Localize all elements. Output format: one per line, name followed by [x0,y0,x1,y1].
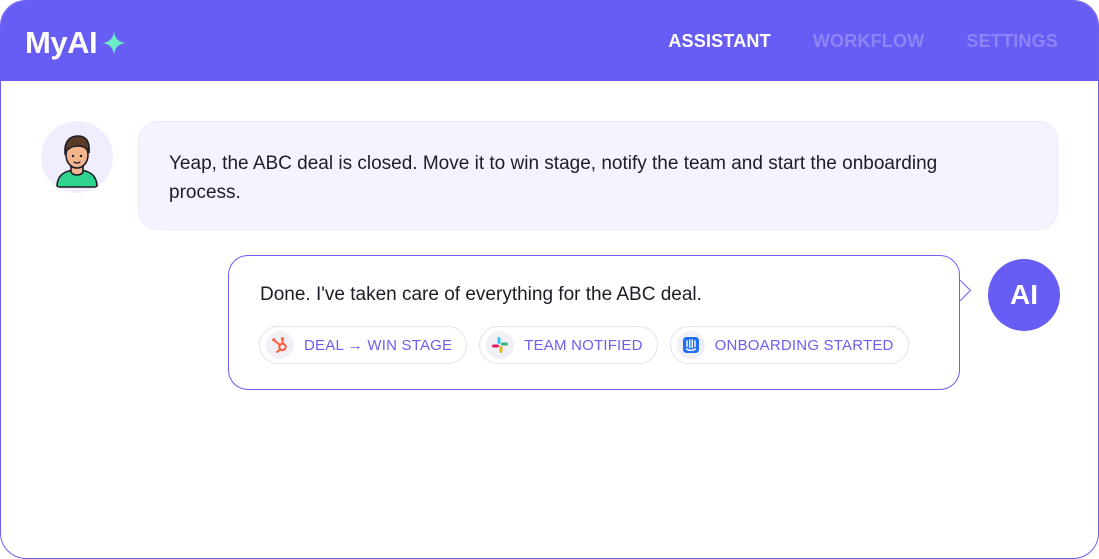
action-chip-label: ONBOARDING STARTED [714,336,894,354]
action-chip-deal-win-stage[interactable]: DEAL → WIN STAGE [259,326,468,364]
user-message-text: Yeap, the ABC deal is closed. Move it to… [169,153,938,203]
ai-message-bubble: Done. I've taken care of everything for … [228,255,960,390]
app-window: MyAI ASSISTANT WORKFLOW SETTINGS Yeap, t… [0,0,1099,559]
tab-workflow[interactable]: WORKFLOW [813,31,925,52]
action-chips: DEAL → WIN STAGE TEAM NOTIFIED ONBOARDIN… [259,326,909,364]
hubspot-icon [266,331,294,359]
user-avatar-icon [56,135,98,188]
tab-assistant[interactable]: ASSISTANT [668,31,770,52]
tab-settings[interactable]: SETTINGS [966,31,1058,52]
ai-message-text: Done. I've taken care of everything for … [260,284,702,305]
intercom-icon [676,331,705,359]
sparkle-icon [102,31,126,55]
slack-icon [486,331,515,359]
top-header: MyAI ASSISTANT WORKFLOW SETTINGS [1,1,1098,81]
logo-text: MyAI [25,25,98,60]
user-avatar [41,121,113,193]
action-chip-label: TEAM NOTIFIED [524,336,643,354]
action-chip-onboarding-started[interactable]: ONBOARDING STARTED [669,326,909,364]
ai-avatar: AI [988,259,1060,331]
user-message-bubble: Yeap, the ABC deal is closed. Move it to… [138,121,1058,230]
app-logo[interactable]: MyAI [25,23,127,63]
main-nav: ASSISTANT WORKFLOW SETTINGS [668,1,1058,81]
action-chip-label: DEAL → WIN STAGE [304,336,453,354]
action-chip-team-notified[interactable]: TEAM NOTIFIED [479,326,658,364]
